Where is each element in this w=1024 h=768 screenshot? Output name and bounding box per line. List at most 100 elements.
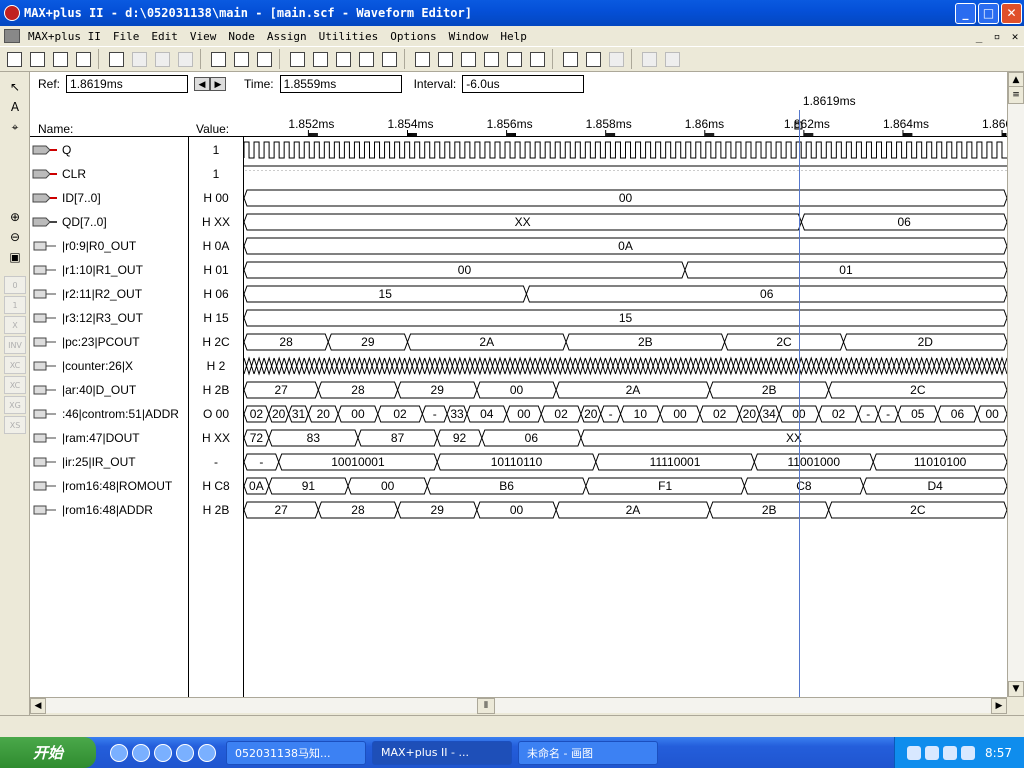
paste-icon[interactable] xyxy=(152,49,173,70)
zoom-icon[interactable] xyxy=(662,49,683,70)
copy-icon[interactable] xyxy=(129,49,150,70)
signal-row[interactable]: Q1 xyxy=(30,138,1007,162)
waveform[interactable]: 15 06 xyxy=(244,282,1007,306)
signal-row[interactable]: |r3:12|R3_OUT H 15 15 xyxy=(30,306,1007,330)
waveform[interactable]: 27 28 29 00 2A 2B 2C xyxy=(244,378,1007,402)
desktop-icon[interactable] xyxy=(110,743,128,762)
ref-field[interactable]: 1.8619ms xyxy=(66,75,189,93)
project-save-compile-icon[interactable] xyxy=(435,49,456,70)
programmer-icon[interactable] xyxy=(333,49,354,70)
menu-options[interactable]: Options xyxy=(384,30,442,43)
app-shortcut-icon[interactable] xyxy=(154,743,172,762)
simulate-icon[interactable] xyxy=(287,49,308,70)
signal-row[interactable]: CLR 1 xyxy=(30,162,1007,186)
menu-assign[interactable]: Assign xyxy=(261,30,313,43)
menu-file[interactable]: File xyxy=(107,30,146,43)
tray-icon[interactable] xyxy=(925,745,940,760)
open-icon[interactable] xyxy=(27,49,48,70)
taskbar-item-paint[interactable]: 未命名 - 画图 xyxy=(518,740,658,765)
cascade-icon[interactable] xyxy=(639,49,660,70)
document-icon[interactable] xyxy=(4,29,20,43)
signal-name[interactable]: QD[7..0] xyxy=(62,215,107,229)
scroll-right-button[interactable]: ▶ xyxy=(991,698,1007,714)
help-pointer-icon[interactable] xyxy=(208,49,229,70)
waveform[interactable]: 15 xyxy=(244,306,1007,330)
pin-assign-icon[interactable] xyxy=(527,49,548,70)
project-save-check-icon[interactable] xyxy=(412,49,433,70)
fit-window-icon[interactable]: ▣ xyxy=(4,248,26,266)
signal-name[interactable]: |ram:47|DOUT xyxy=(62,431,140,445)
scroll-down-button[interactable]: ▼ xyxy=(1008,681,1024,697)
signal-name[interactable]: |counter:26|X xyxy=(62,359,133,373)
menu-help[interactable]: Help xyxy=(494,30,533,43)
waveform[interactable] xyxy=(244,354,1007,378)
signal-name[interactable]: |ir:25|IR_OUT xyxy=(62,455,136,469)
signal-name[interactable]: :46|controm:51|ADDR xyxy=(62,407,179,421)
x-icon[interactable]: X xyxy=(4,316,26,334)
signal-row[interactable]: |r1:10|R1_OUT H 01 00 01 xyxy=(30,258,1007,282)
tray-icon[interactable] xyxy=(961,745,976,760)
project-save-simulate-icon[interactable] xyxy=(458,49,479,70)
taskbar-item-maxplus[interactable]: MAX+plus II - ... xyxy=(372,740,512,765)
menu-maxplus[interactable]: MAX+plus II xyxy=(22,30,107,43)
signal-name[interactable]: |rom16:48|ADDR xyxy=(62,503,153,517)
menu-node[interactable]: Node xyxy=(222,30,261,43)
clock-icon[interactable]: XC xyxy=(4,376,26,394)
print-icon[interactable] xyxy=(73,49,94,70)
horizontal-scroll-thumb[interactable]: ⦀ xyxy=(477,698,495,714)
waveform[interactable]: 0A 91 00 B6 F1 C8 D4 xyxy=(244,474,1007,498)
low-icon[interactable]: 0 xyxy=(4,276,26,294)
signal-row[interactable]: |ar:40|D_OUT H 2B 27 28 29 00 2A 2B 2C xyxy=(30,378,1007,402)
node-find-icon[interactable]: ⌖ xyxy=(4,118,26,136)
logic-assign-icon[interactable] xyxy=(583,49,604,70)
prev-transition-button[interactable]: ◀ xyxy=(194,77,211,91)
invert-icon[interactable]: INV xyxy=(4,336,26,354)
signal-name[interactable]: CLR xyxy=(62,167,86,181)
tray-icon[interactable] xyxy=(907,745,922,760)
time-ruler[interactable]: 1.852ms 1.854ms 1.856ms 1.858ms 1.86ms 1.862m… xyxy=(244,112,1016,136)
browser-icon[interactable] xyxy=(132,743,150,762)
doc-restore-button[interactable]: ▫ xyxy=(988,30,1006,43)
doc-close-button[interactable]: ✕ xyxy=(1006,30,1024,43)
group-icon[interactable]: XG xyxy=(4,396,26,414)
time-cursor[interactable] xyxy=(798,110,800,697)
cut-icon[interactable] xyxy=(106,49,127,70)
signal-name[interactable]: Q xyxy=(62,143,71,157)
waveform[interactable]: 28 29 2A 2B 2C 2D xyxy=(244,330,1007,354)
compile-icon[interactable] xyxy=(254,49,275,70)
undo-icon[interactable] xyxy=(175,49,196,70)
signal-row[interactable]: |rom16:48|ADDR H 2B 27 28 29 00 2A 2B 2C xyxy=(30,498,1007,522)
menu-edit[interactable]: Edit xyxy=(145,30,184,43)
minimize-button[interactable]: _ xyxy=(955,2,976,24)
signal-row[interactable]: ID[7..0] H 00 00 xyxy=(30,186,1007,210)
signal-row[interactable]: |rom16:48|ROMOUT H C8 0A 91 00 B6 F1 C8 D4 xyxy=(30,474,1007,498)
signal-name[interactable]: |ar:40|D_OUT xyxy=(62,383,136,397)
close-button[interactable]: ✕ xyxy=(1001,2,1022,24)
menu-utilities[interactable]: Utilities xyxy=(313,30,385,43)
waveform[interactable]: 00 xyxy=(244,186,1007,210)
new-icon[interactable] xyxy=(4,49,25,70)
zoom-in-icon[interactable]: ⊕ xyxy=(4,208,26,226)
waveform[interactable]: 72 83 87 92 06 XX xyxy=(244,426,1007,450)
scroll-left-button[interactable]: ◀ xyxy=(30,698,46,714)
signal-name[interactable]: |pc:23|PCOUT xyxy=(62,335,140,349)
warning-icon[interactable] xyxy=(231,49,252,70)
timing-assign-icon[interactable] xyxy=(560,49,581,70)
waveform[interactable] xyxy=(244,162,1007,186)
project-save-icon[interactable] xyxy=(481,49,502,70)
signal-name[interactable]: |r1:10|R1_OUT xyxy=(62,263,143,277)
hierarchy-icon[interactable] xyxy=(356,49,377,70)
maximize-button[interactable]: □ xyxy=(978,2,999,24)
tray-icon[interactable] xyxy=(943,745,958,760)
signal-row[interactable]: |r2:11|R2_OUT H 06 15 06 xyxy=(30,282,1007,306)
assign-icon[interactable] xyxy=(504,49,525,70)
waveform[interactable]: 022031200002-3304000220-10000220340002--… xyxy=(244,402,1007,426)
signal-row[interactable]: |r0:9|R0_OUT H 0A 0A xyxy=(30,234,1007,258)
count-icon[interactable]: XC xyxy=(4,356,26,374)
waveform[interactable] xyxy=(244,138,1007,162)
save-icon[interactable] xyxy=(50,49,71,70)
signal-row[interactable]: |ram:47|DOUT H XX 72 83 87 92 06 XX xyxy=(30,426,1007,450)
taskbar-item-document[interactable]: 052031138马知... xyxy=(226,740,366,765)
floorplan-icon[interactable] xyxy=(379,49,400,70)
timing-icon[interactable] xyxy=(310,49,331,70)
